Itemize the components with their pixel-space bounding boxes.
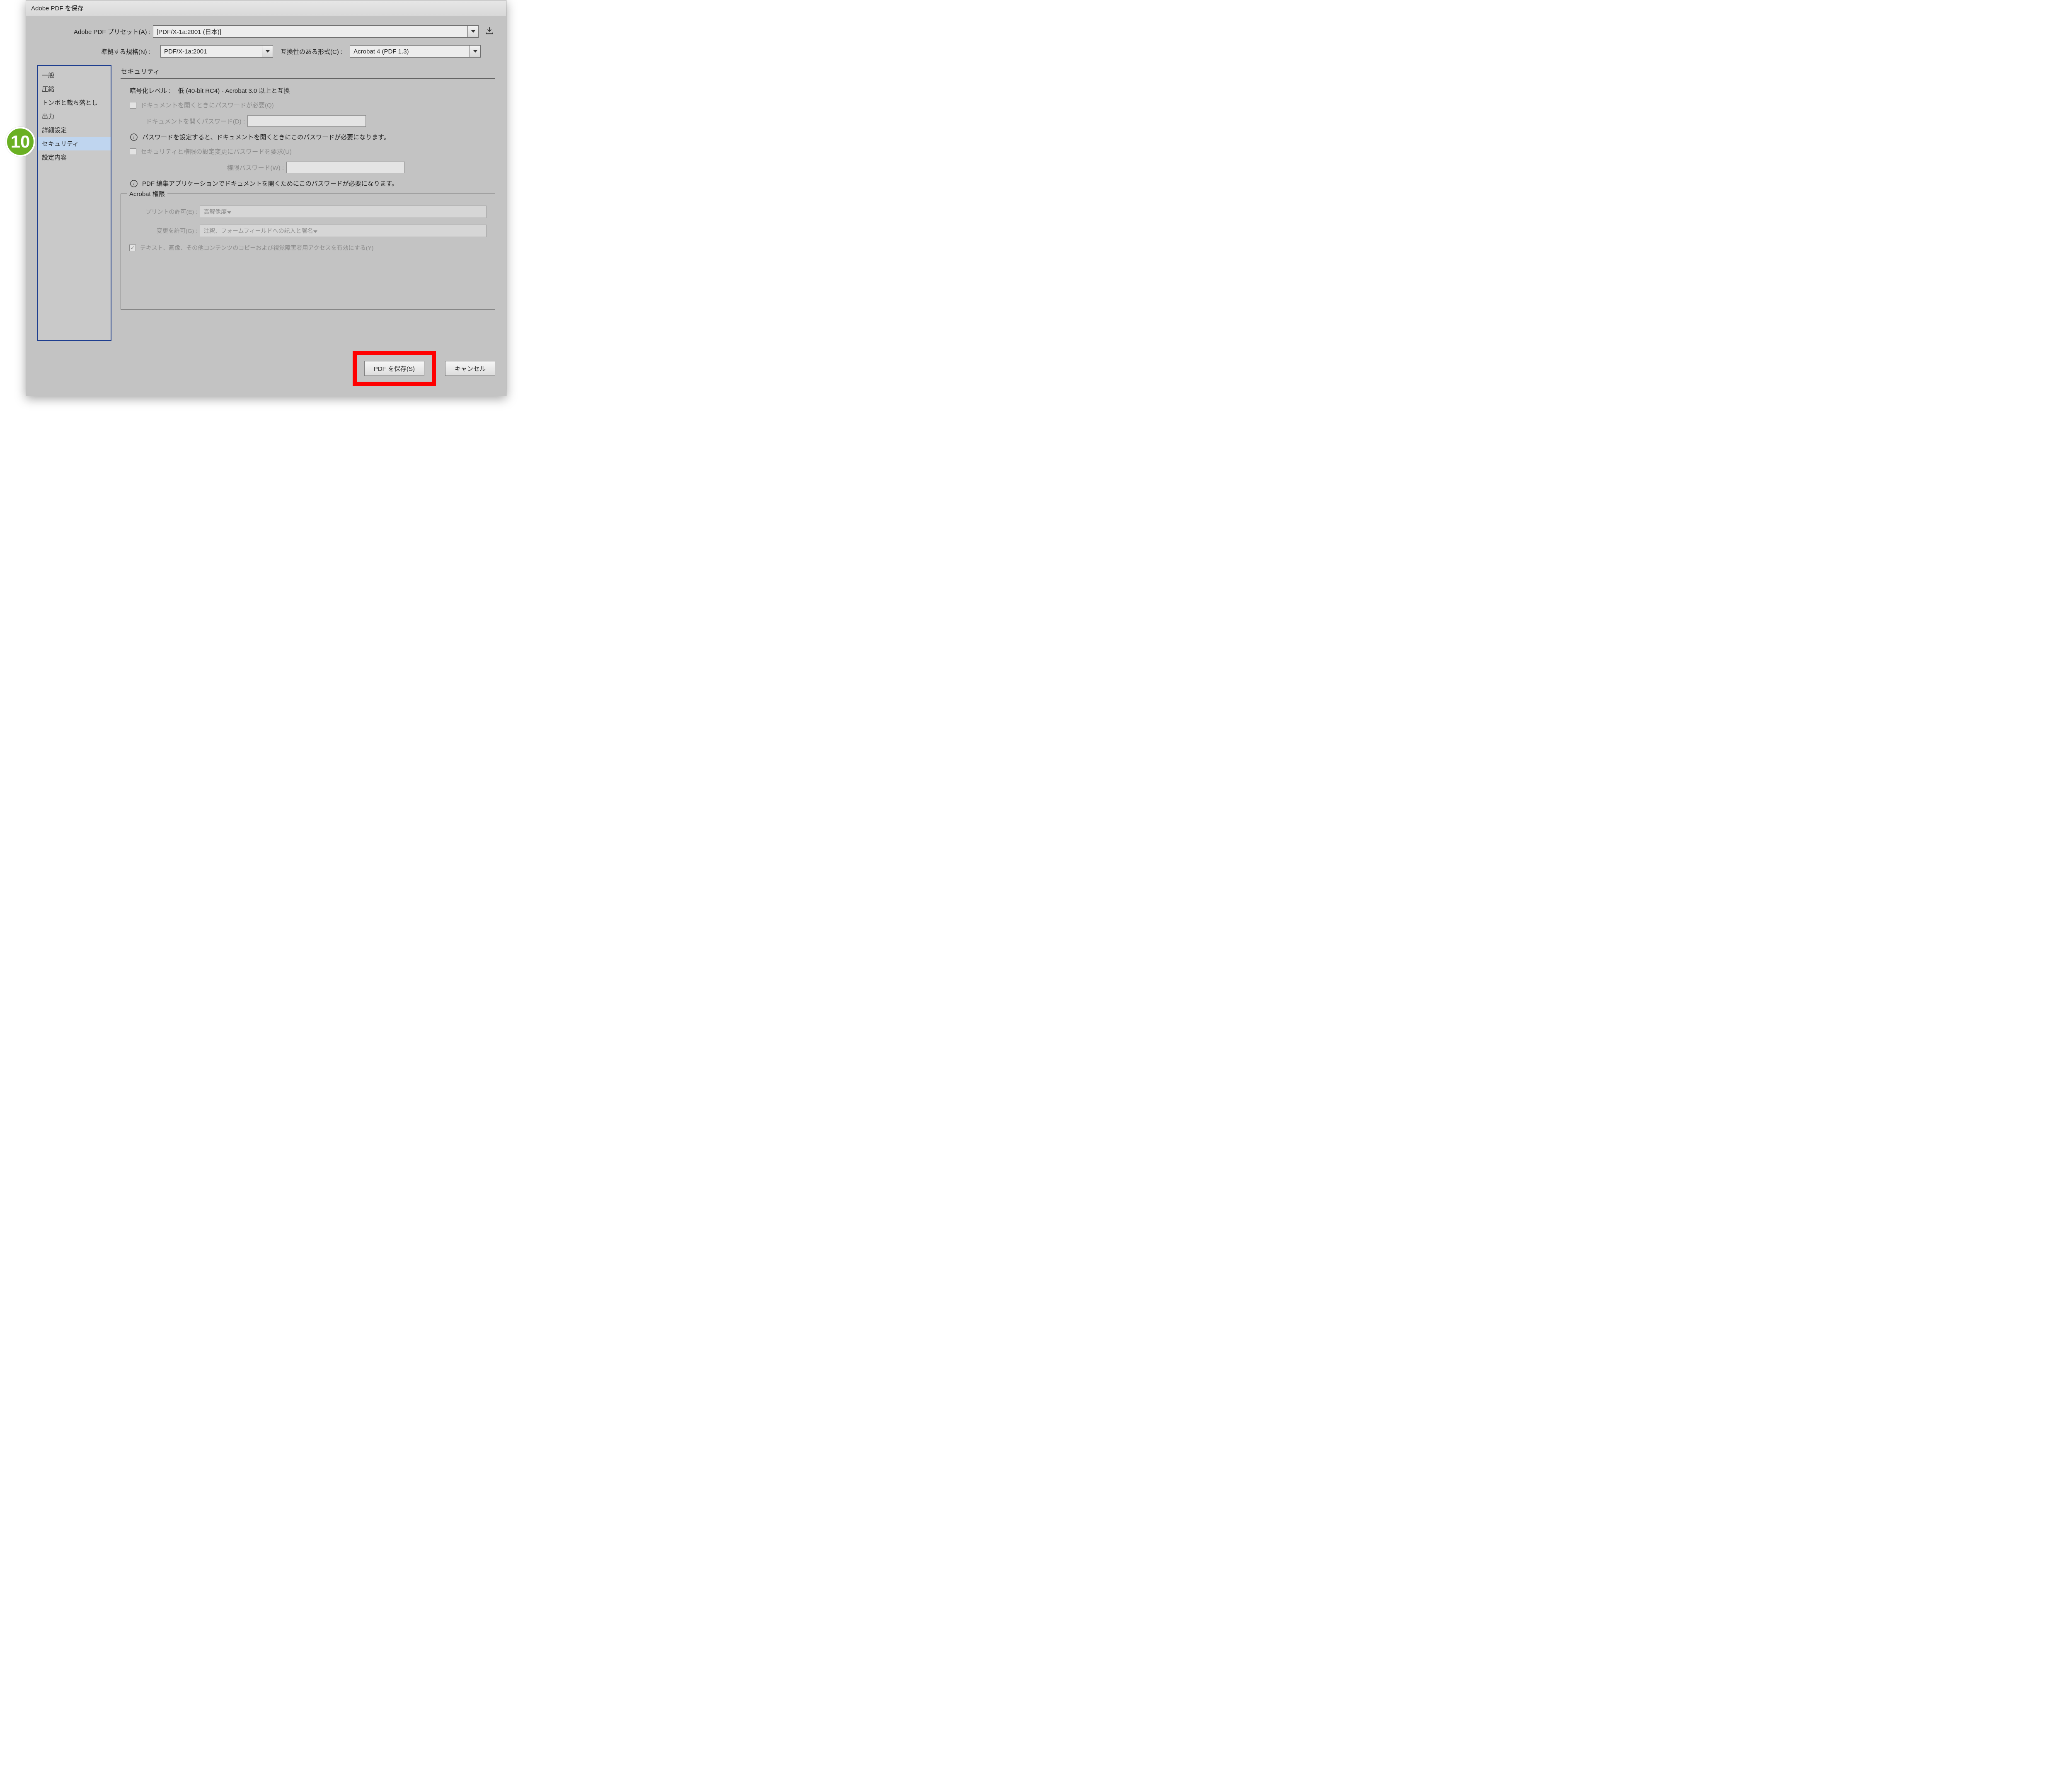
- compat-label: 互換性のある形式(C) :: [281, 47, 342, 56]
- sidebar-item[interactable]: 詳細設定: [38, 123, 111, 137]
- enable-copy-checkbox: [129, 245, 136, 251]
- preset-value: [PDF/X-1a:2001 (日本)]: [157, 27, 221, 36]
- changes-allowed-dropdown: 注釈、フォームフィールドへの記入と署名: [200, 225, 487, 237]
- svg-text:i: i: [133, 135, 135, 140]
- printing-allowed-label: プリントの許可(E) :: [129, 208, 200, 216]
- chevron-down-icon: [467, 26, 478, 37]
- permission-password-input: [286, 162, 405, 173]
- sidebar-item[interactable]: 出力: [38, 109, 111, 123]
- chevron-down-icon: [262, 46, 273, 57]
- enable-copy-label: テキスト、画像、その他コンテンツのコピーおよび視覚障害者用アクセスを有効にする(…: [140, 244, 373, 252]
- acrobat-permissions-legend: Acrobat 権限: [127, 189, 167, 198]
- chevron-down-icon: [470, 46, 480, 57]
- sidebar-item[interactable]: トンボと裁ち落とし: [38, 96, 111, 109]
- printing-allowed-dropdown: 高解像度: [200, 206, 487, 218]
- encryption-level-label: 暗号化レベル :: [130, 86, 170, 95]
- standard-label: 準拠する規格(N) :: [37, 47, 153, 56]
- permission-password-info: PDF 編集アプリケーションでドキュメントを開くためにこのパスワードが必要になり…: [142, 179, 398, 188]
- open-password-info: パスワードを設定すると、ドキュメントを開くときにこのパスワードが必要になります。: [142, 133, 390, 141]
- cancel-button[interactable]: キャンセル: [445, 361, 495, 376]
- permission-password-checkbox: [130, 148, 136, 155]
- chevron-down-icon: [313, 228, 317, 234]
- step-badge: 10: [5, 127, 35, 157]
- sidebar-item[interactable]: 設定内容: [38, 150, 111, 164]
- info-icon: i: [130, 133, 138, 141]
- open-password-checkbox: [130, 102, 136, 109]
- save-pdf-button[interactable]: PDF を保存(S): [364, 361, 424, 376]
- svg-text:i: i: [133, 181, 135, 186]
- category-sidebar: 一般圧縮トンボと裁ち落とし出力詳細設定セキュリティ設定内容: [37, 65, 111, 341]
- preset-dropdown[interactable]: [PDF/X-1a:2001 (日本)]: [153, 25, 479, 38]
- info-icon: i: [130, 179, 138, 188]
- save-button-highlight: PDF を保存(S): [353, 351, 436, 386]
- permission-password-label: 権限パスワード(W) :: [121, 163, 286, 172]
- changes-allowed-label: 変更を許可(G) :: [129, 227, 200, 235]
- save-preset-icon[interactable]: [484, 26, 495, 37]
- permission-password-checkbox-label: セキュリティと権限の設定変更にパスワードを要求(U): [140, 147, 292, 156]
- preset-label: Adobe PDF プリセット(A) :: [37, 27, 153, 36]
- sidebar-item[interactable]: 一般: [38, 68, 111, 82]
- dialog-title: Adobe PDF を保存: [26, 0, 506, 16]
- standard-dropdown[interactable]: PDF/X-1a:2001: [160, 45, 273, 58]
- printing-allowed-value: 高解像度: [203, 208, 227, 216]
- compat-dropdown[interactable]: Acrobat 4 (PDF 1.3): [350, 45, 481, 58]
- chevron-down-icon: [227, 208, 231, 215]
- sidebar-item[interactable]: 圧縮: [38, 82, 111, 96]
- save-pdf-dialog: Adobe PDF を保存 Adobe PDF プリセット(A) : [PDF/…: [26, 0, 506, 396]
- security-panel: セキュリティ 暗号化レベル : 低 (40-bit RC4) - Acrobat…: [121, 65, 495, 341]
- sidebar-item[interactable]: セキュリティ: [38, 137, 111, 150]
- open-password-input: [247, 115, 366, 127]
- acrobat-permissions-group: Acrobat 権限 プリントの許可(E) : 高解像度: [121, 194, 495, 310]
- section-title: セキュリティ: [121, 65, 495, 79]
- open-password-label: ドキュメントを開くパスワード(D) :: [121, 117, 247, 126]
- encryption-level-value: 低 (40-bit RC4) - Acrobat 3.0 以上と互換: [178, 86, 290, 95]
- compat-value: Acrobat 4 (PDF 1.3): [353, 48, 409, 55]
- changes-allowed-value: 注釈、フォームフィールドへの記入と署名: [203, 227, 313, 235]
- standard-value: PDF/X-1a:2001: [164, 48, 207, 55]
- open-password-checkbox-label: ドキュメントを開くときにパスワードが必要(Q): [140, 101, 274, 109]
